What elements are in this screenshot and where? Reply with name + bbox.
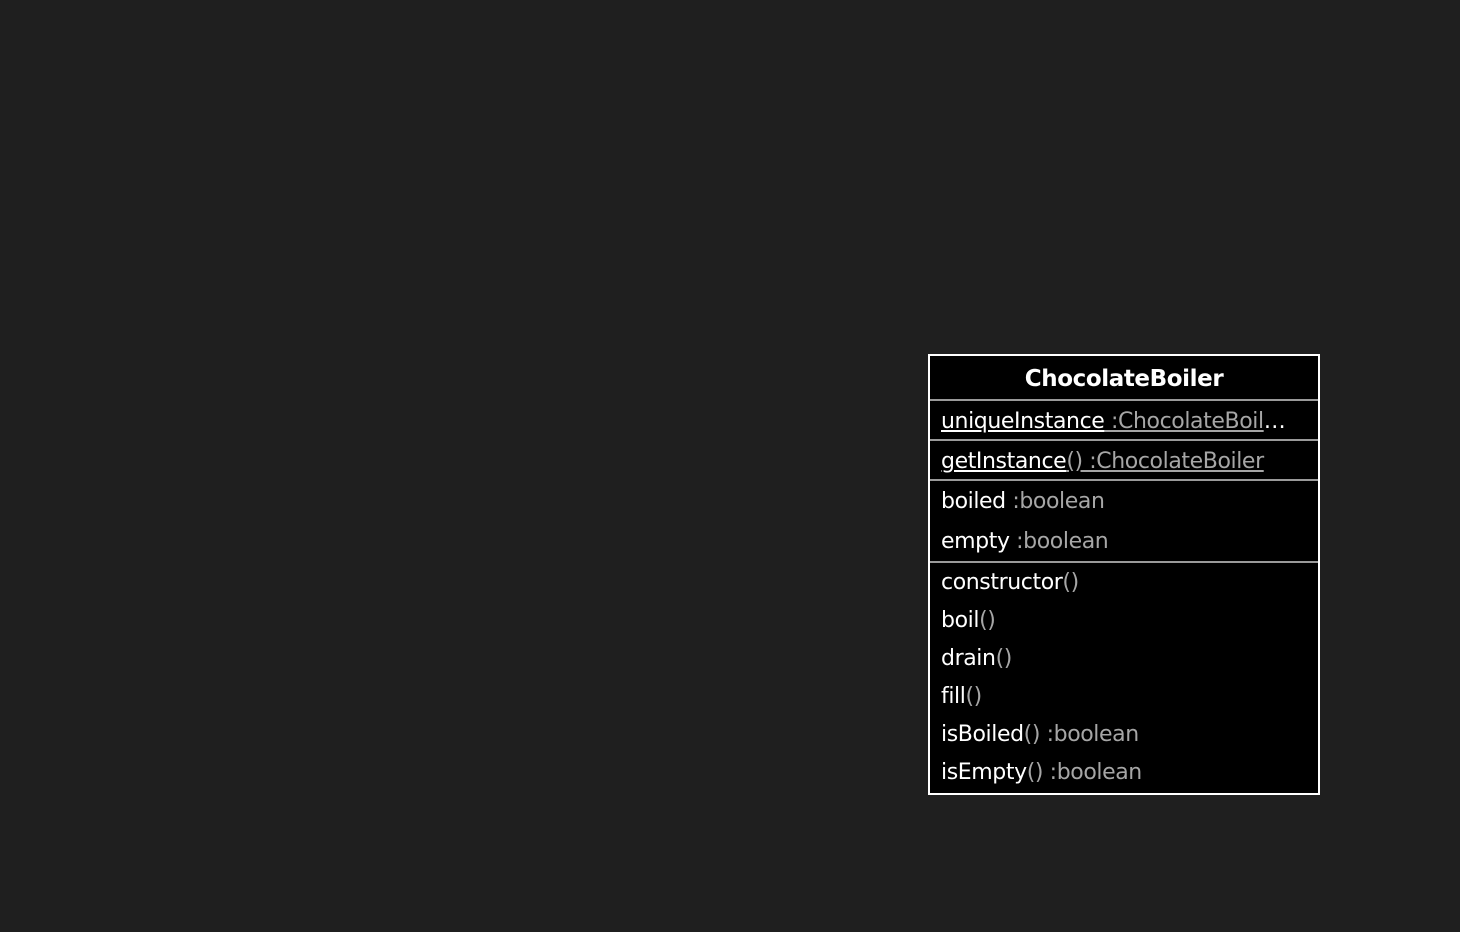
diagram-canvas[interactable]: ChocolateBoiler uniqueInstance :Chocolat… [0,0,1460,932]
method-name: isBoiled [941,722,1024,747]
method-signature: () :boolean [1026,760,1143,785]
attribute-name: boiled [941,489,1006,514]
method-row[interactable]: isBoiled() :boolean [930,715,1318,753]
attribute-name: empty [941,529,1010,554]
method-row[interactable]: isEmpty() :boolean [930,753,1318,791]
static-attribute-row[interactable]: uniqueInstance :ChocolateBoil… [930,401,1318,439]
attribute-type: :ChocolateBoil [1104,409,1264,434]
method-name: constructor [941,570,1063,595]
attribute-row[interactable]: boiled :boolean [930,481,1318,521]
method-row[interactable]: fill() [930,677,1318,715]
attribute-name: uniqueInstance [941,409,1105,434]
static-methods-section: getInstance() :ChocolateBoiler [930,441,1318,481]
class-name: ChocolateBoiler [930,356,1318,401]
method-signature: () [995,646,1013,671]
method-signature: () [1062,570,1079,595]
attribute-row[interactable]: empty :boolean [930,521,1318,561]
uml-class-box[interactable]: ChocolateBoiler uniqueInstance :Chocolat… [928,354,1320,795]
method-signature: () [965,684,982,709]
static-method-row[interactable]: getInstance() :ChocolateBoiler [930,441,1318,479]
attribute-type: :boolean [1009,529,1109,554]
method-row[interactable]: boil() [930,601,1318,639]
method-signature: () :ChocolateBoiler [1066,449,1264,474]
methods-section: constructor() boil() drain() fill() isBo… [930,563,1318,793]
truncation-ellipsis: … [1263,409,1286,434]
attribute-type: :boolean [1005,489,1105,514]
method-name: fill [941,684,966,709]
method-name: boil [941,608,980,633]
attributes-section: boiled :boolean empty :boolean [930,481,1318,563]
method-row[interactable]: constructor() [930,563,1318,601]
method-signature: () [979,608,996,633]
method-name: getInstance [941,449,1067,474]
method-row[interactable]: drain() [930,639,1318,677]
method-name: isEmpty [941,760,1027,785]
method-name: drain [941,646,996,671]
static-attributes-section: uniqueInstance :ChocolateBoil… [930,401,1318,441]
method-signature: () :boolean [1023,722,1140,747]
